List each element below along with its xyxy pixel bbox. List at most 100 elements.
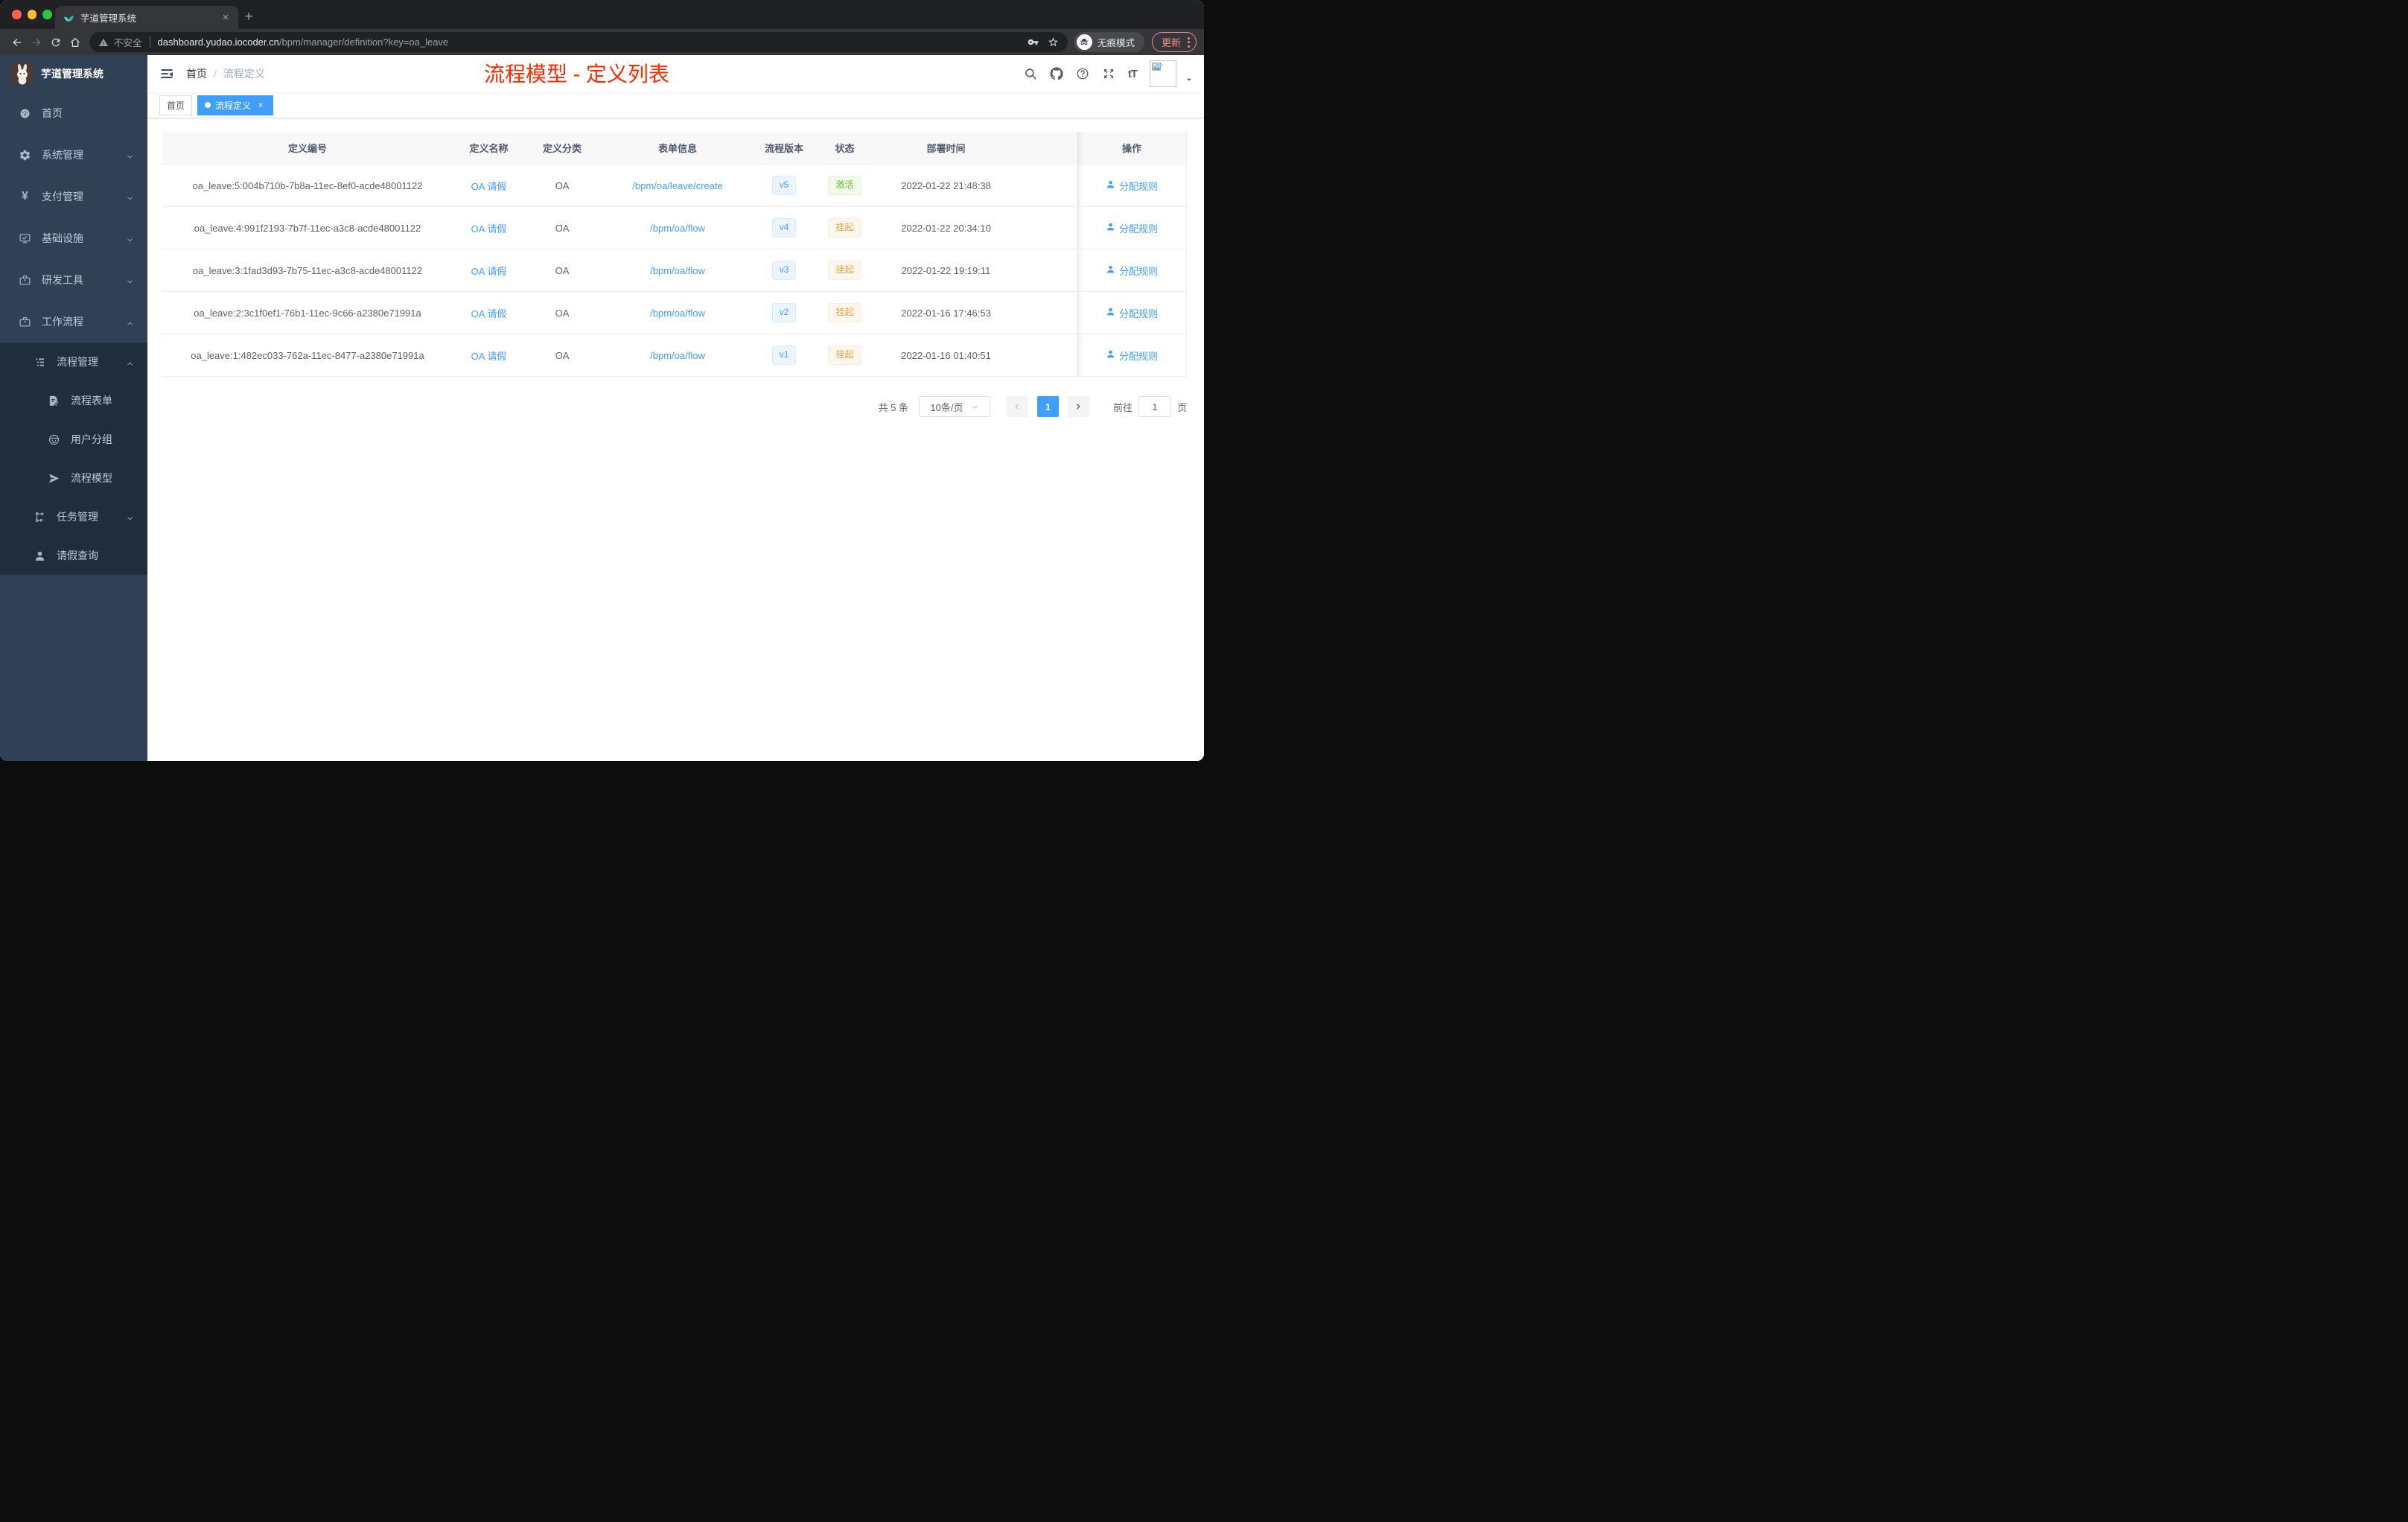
active-tag-dot <box>205 102 211 108</box>
tag-process-definition[interactable]: 流程定义 × <box>197 95 274 115</box>
cell-actions: 分配规则 <box>1077 165 1187 207</box>
incognito-badge: 无痕模式 <box>1073 32 1144 52</box>
cell-status: 挂起 <box>812 207 877 249</box>
sidebar-item-workflow[interactable]: 工作流程 <box>0 301 147 343</box>
sidebar-item-home[interactable]: 首页 <box>0 92 147 134</box>
definition-name-link[interactable]: OA 请假 <box>471 223 507 235</box>
cell-process-version: v2 <box>756 292 812 334</box>
browser-toolbar: 不安全 dashboard.yudao.iocoder.cn/bpm/manag… <box>0 29 1204 55</box>
reload-icon[interactable] <box>46 33 66 52</box>
cell-process-version: v3 <box>756 249 812 292</box>
fullscreen-icon[interactable] <box>1102 67 1115 80</box>
cell-form-info: /bpm/oa/flow <box>599 207 756 249</box>
sidebar-item-process-model[interactable]: 流程模型 <box>0 459 147 497</box>
main-area: 首页 / 流程定义 流程模型 - 定义列表 tT 首页 流程定义 × 定义编号 … <box>147 55 1204 761</box>
sidebar-item-label: 基础设施 <box>42 232 83 244</box>
sidebar-item-label: 研发工具 <box>42 274 83 286</box>
paper-plane-icon <box>48 472 60 485</box>
form-info-link[interactable]: /bpm/oa/flow <box>650 265 705 276</box>
browser-tab[interactable]: 芋道管理系统 × <box>55 6 238 29</box>
form-info-link[interactable]: /bpm/oa/flow <box>650 350 705 361</box>
assign-rule-label: 分配规则 <box>1118 350 1158 362</box>
page-title-annotation: 流程模型 - 定义列表 <box>484 63 669 86</box>
assign-rule-button[interactable]: 分配规则 <box>1106 306 1158 320</box>
user-icon <box>1106 264 1115 276</box>
sidebar-item-label: 流程表单 <box>71 395 112 407</box>
browser-menu-icon[interactable] <box>1188 36 1190 48</box>
breadcrumb-home[interactable]: 首页 <box>186 66 207 81</box>
top-navbar: 首页 / 流程定义 流程模型 - 定义列表 tT <box>147 55 1204 92</box>
chevron-down-icon <box>126 276 134 284</box>
chevron-down-icon <box>126 193 134 201</box>
close-window-button[interactable] <box>12 10 22 19</box>
goto-page-input[interactable] <box>1138 396 1171 417</box>
back-icon[interactable] <box>7 33 27 52</box>
assign-rule-button[interactable]: 分配规则 <box>1106 348 1158 363</box>
form-info-link[interactable]: /bpm/oa/flow <box>650 308 705 319</box>
cell-definition-id: oa_leave:4:991f2193-7b7f-11ec-a3c8-acde4… <box>162 207 453 249</box>
sidebar-item-payment[interactable]: ¥ 支付管理 <box>0 176 147 217</box>
assign-rule-button[interactable]: 分配规则 <box>1106 221 1158 235</box>
status-badge: 挂起 <box>828 218 861 238</box>
sidebar-logo: 芋道管理系统 <box>0 55 147 92</box>
tag-close-icon[interactable]: × <box>255 100 266 110</box>
definition-name-link[interactable]: OA 请假 <box>471 351 507 362</box>
breadcrumb-current: 流程定义 <box>223 68 265 80</box>
chevron-up-icon <box>126 358 134 366</box>
sidebar-item-label: 流程管理 <box>57 356 98 368</box>
page-size-select[interactable]: 10条/页 <box>918 396 990 417</box>
tag-home[interactable]: 首页 <box>159 95 193 115</box>
definition-table: 定义编号 定义名称 定义分类 表单信息 流程版本 状态 部署时间 操作 oa_l… <box>162 132 1187 377</box>
user-icon <box>1106 349 1115 361</box>
home-icon[interactable] <box>66 33 85 52</box>
search-icon[interactable] <box>1024 67 1037 80</box>
sidebar-item-system[interactable]: 系统管理 <box>0 134 147 176</box>
definition-name-link[interactable]: OA 请假 <box>471 266 507 277</box>
page-unit-label: 页 <box>1176 401 1187 413</box>
sidebar-item-infra[interactable]: 基础设施 <box>0 217 147 259</box>
prev-page-button[interactable] <box>1006 396 1028 417</box>
key-icon[interactable] <box>1028 36 1039 48</box>
briefcase-icon <box>19 316 31 328</box>
forward-icon[interactable] <box>27 33 46 52</box>
pagination-total: 共 5 条 <box>878 401 908 413</box>
minimize-window-button[interactable] <box>27 10 36 19</box>
current-page-button[interactable]: 1 <box>1036 396 1059 417</box>
avatar-dropdown-caret-icon[interactable] <box>1185 74 1194 83</box>
definition-name-link[interactable]: OA 请假 <box>471 308 507 319</box>
next-page-button[interactable] <box>1067 396 1089 417</box>
definition-name-link[interactable]: OA 请假 <box>471 181 507 192</box>
sidebar-item-devtools[interactable]: 研发工具 <box>0 259 147 301</box>
sidebar-item-process-form[interactable]: 流程表单 <box>0 381 147 420</box>
bookmark-star-icon[interactable] <box>1048 36 1059 48</box>
cell-definition-id: oa_leave:3:1fad3d93-7b75-11ec-a3c8-acde4… <box>162 249 453 292</box>
sidebar-item-process-mgmt[interactable]: 流程管理 <box>0 343 147 381</box>
col-definition-category: 定义分类 <box>525 132 599 165</box>
cell-deploy-time: 2022-01-22 19:19:11 <box>877 249 1015 292</box>
sidebar-collapse-icon[interactable] <box>159 66 174 81</box>
col-actions: 操作 <box>1077 132 1187 165</box>
help-icon[interactable] <box>1076 67 1089 80</box>
goto-label: 前往 <box>1112 401 1133 413</box>
sidebar-item-leave-query[interactable]: 请假查询 <box>0 536 147 575</box>
col-spacer <box>1015 132 1077 165</box>
sidebar-item-task-mgmt[interactable]: 任务管理 <box>0 497 147 536</box>
font-size-icon[interactable]: tT <box>1128 68 1138 80</box>
form-icon <box>48 395 60 407</box>
assign-rule-label: 分配规则 <box>1118 180 1158 192</box>
github-icon[interactable] <box>1050 67 1063 80</box>
assign-rule-button[interactable]: 分配规则 <box>1106 179 1158 193</box>
dashboard-icon <box>19 107 31 120</box>
browser-update-button[interactable]: 更新 <box>1151 32 1197 52</box>
table-body: oa_leave:5:004b710b-7b8a-11ec-8ef0-acde4… <box>162 165 1187 377</box>
form-info-link[interactable]: /bpm/oa/flow <box>650 223 705 234</box>
user-avatar-broken-image[interactable] <box>1150 60 1176 87</box>
maximize-window-button[interactable] <box>42 10 52 19</box>
new-tab-button[interactable]: + <box>238 7 259 28</box>
address-bar[interactable]: 不安全 dashboard.yudao.iocoder.cn/bpm/manag… <box>89 32 1068 52</box>
tab-close-icon[interactable]: × <box>220 11 232 24</box>
user-icon <box>1106 179 1115 191</box>
assign-rule-button[interactable]: 分配规则 <box>1106 264 1158 278</box>
form-info-link[interactable]: /bpm/oa/leave/create <box>632 180 722 191</box>
sidebar-item-user-group[interactable]: 用户分组 <box>0 420 147 459</box>
